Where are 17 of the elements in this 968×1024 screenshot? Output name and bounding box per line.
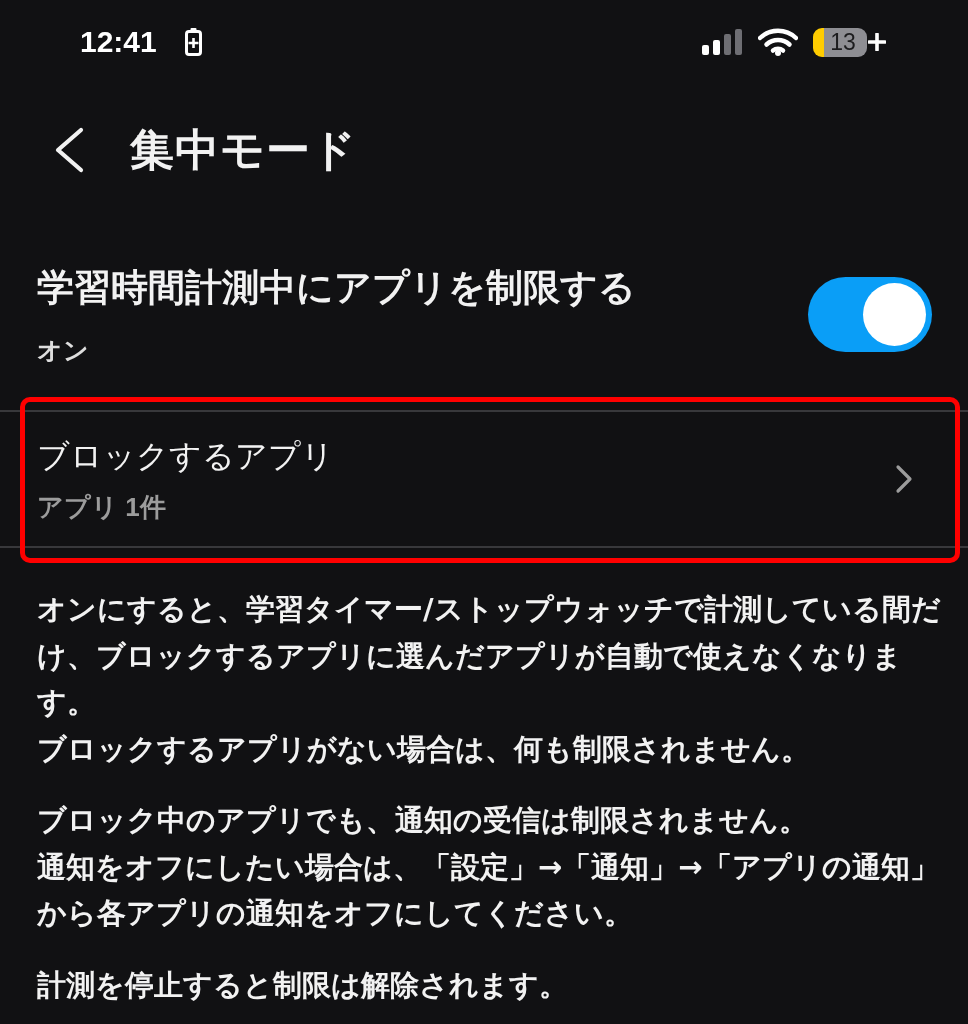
battery-percent: 13 (813, 27, 867, 57)
description-text: ブロック中のアプリでも、通知の受信は制限されません。 (37, 802, 809, 839)
description-text: 通知をオフにしたい場合は、「設定」→「通知」→「アプリの通知」から各アプリの通知をオフにしてください。 (37, 848, 940, 932)
page-title: 集中モード (130, 124, 357, 176)
description-text: 計測を停止すると制限は解除されます。 (37, 966, 569, 1004)
status-time: 12:41 (80, 27, 157, 57)
chevron-right-icon[interactable] (894, 464, 914, 494)
battery-charging-icon (184, 28, 202, 56)
row-title[interactable]: ブロックするアプリ (37, 434, 334, 477)
signal-icon (702, 29, 742, 55)
plus-icon (868, 33, 886, 51)
row-subtitle: アプリ 1件 (37, 490, 166, 524)
setting-value: オン (37, 335, 89, 366)
wifi-icon (758, 28, 798, 56)
setting-title: 学習時間計測中にアプリを制限する (37, 266, 636, 310)
description-text: ブロックするアプリがない場合は、何も制限されません。 (37, 730, 811, 768)
description-text: オンにすると、学習タイマー/ストップウォッチで計測している間だけ、ブロックするアプリに選んだアプリが自動で使えなくなります。 (37, 591, 942, 721)
